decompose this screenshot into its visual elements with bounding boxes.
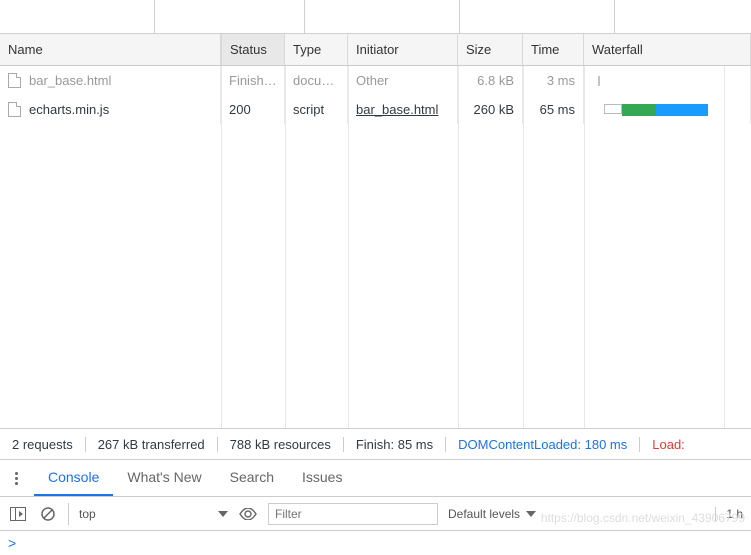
- clear-console-icon[interactable]: [38, 504, 58, 524]
- cell-type: script: [285, 95, 348, 124]
- summary-domcontentloaded: DOMContentLoaded: 180 ms: [446, 437, 640, 452]
- cell-type: docu…: [285, 66, 348, 95]
- overview-cell: [460, 0, 615, 33]
- summary-transferred: 267 kB transferred: [86, 437, 218, 452]
- table-header: Name Status Type Initiator Size Time Wat…: [0, 34, 751, 66]
- overview-band: [0, 0, 751, 34]
- overview-cell: [305, 0, 460, 33]
- sidebar-toggle-icon[interactable]: [8, 504, 28, 524]
- cell-waterfall: [584, 66, 751, 95]
- rows-area: bar_base.html Finish… docu… Other 6.8 kB…: [0, 66, 751, 428]
- network-table: Name Status Type Initiator Size Time Wat…: [0, 34, 751, 428]
- waterfall-tick: [598, 76, 600, 86]
- cell-status: Finish…: [221, 66, 285, 95]
- drawer-tabs: Console What's New Search Issues: [0, 460, 751, 497]
- tab-console[interactable]: Console: [34, 460, 113, 496]
- cell-initiator[interactable]: bar_base.html: [348, 95, 458, 124]
- file-name: echarts.min.js: [29, 102, 109, 117]
- cell-size: 6.8 kB: [458, 66, 523, 95]
- live-expression-icon[interactable]: [238, 504, 258, 524]
- summary-load: Load:: [640, 437, 697, 452]
- overview-cell: [155, 0, 305, 33]
- summary-finish: Finish: 85 ms: [344, 437, 446, 452]
- log-levels-selector[interactable]: Default levels: [448, 507, 536, 521]
- file-icon: [8, 102, 21, 117]
- tab-issues[interactable]: Issues: [288, 460, 356, 496]
- waterfall-queue: [604, 104, 622, 114]
- file-name: bar_base.html: [29, 73, 111, 88]
- header-type[interactable]: Type: [285, 34, 348, 65]
- header-name[interactable]: Name: [0, 34, 221, 65]
- chevron-down-icon: [218, 511, 228, 517]
- tab-whats-new[interactable]: What's New: [113, 460, 215, 496]
- header-time[interactable]: Time: [523, 34, 584, 65]
- cell-name: echarts.min.js: [0, 95, 221, 124]
- chevron-down-icon: [526, 511, 536, 517]
- cell-initiator: Other: [348, 66, 458, 95]
- filter-input[interactable]: [268, 503, 438, 525]
- cell-status: 200: [221, 95, 285, 124]
- context-selector[interactable]: top: [68, 503, 228, 525]
- table-row[interactable]: echarts.min.js 200 script bar_base.html …: [0, 95, 751, 124]
- cell-name: bar_base.html: [0, 66, 221, 95]
- kebab-icon[interactable]: [8, 472, 24, 485]
- prompt-chevron-icon: >: [8, 535, 16, 551]
- header-size[interactable]: Size: [458, 34, 523, 65]
- levels-label: Default levels: [448, 507, 520, 521]
- table-row[interactable]: bar_base.html Finish… docu… Other 6.8 kB…: [0, 66, 751, 95]
- cell-waterfall: [584, 95, 751, 124]
- summary-resources: 788 kB resources: [218, 437, 344, 452]
- tab-search[interactable]: Search: [216, 460, 288, 496]
- console-prompt[interactable]: >: [0, 531, 751, 555]
- overview-cell: [615, 0, 751, 33]
- hidden-count[interactable]: 1 h: [715, 507, 743, 521]
- overview-cell: [0, 0, 155, 33]
- console-toolbar: top Default levels 1 h: [0, 497, 751, 531]
- header-initiator[interactable]: Initiator: [348, 34, 458, 65]
- summary-requests: 2 requests: [10, 437, 86, 452]
- initiator-link[interactable]: bar_base.html: [356, 102, 438, 117]
- context-value: top: [79, 507, 96, 521]
- waterfall-ttfb: [622, 104, 656, 116]
- waterfall-download: [656, 104, 708, 116]
- header-waterfall[interactable]: Waterfall: [584, 34, 751, 65]
- summary-bar: 2 requests 267 kB transferred 788 kB res…: [0, 428, 751, 460]
- cell-time: 65 ms: [523, 95, 584, 124]
- cell-size: 260 kB: [458, 95, 523, 124]
- cell-time: 3 ms: [523, 66, 584, 95]
- header-status[interactable]: Status: [221, 34, 285, 65]
- file-icon: [8, 73, 21, 88]
